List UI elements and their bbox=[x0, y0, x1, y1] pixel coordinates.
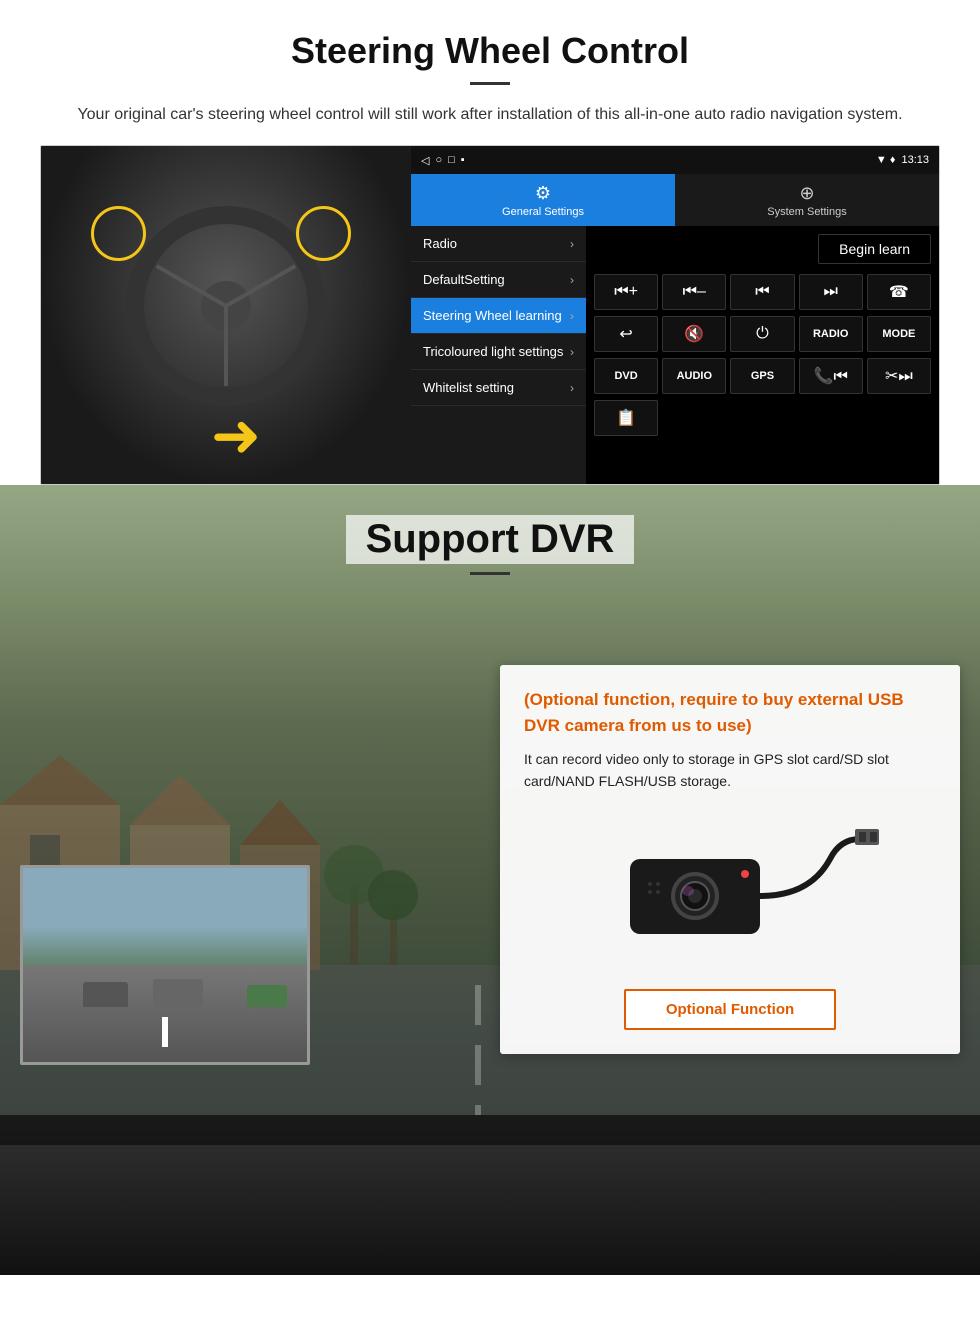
ctrl-call-prev[interactable]: 📞⏮ bbox=[799, 358, 863, 394]
android-menu: Radio › DefaultSetting › Steering Wheel … bbox=[411, 226, 586, 484]
menu-item-tricoloured[interactable]: Tricoloured light settings › bbox=[411, 334, 586, 370]
dvr-title-area: Support DVR bbox=[0, 485, 980, 590]
dvr-card-title: (Optional function, require to buy exter… bbox=[524, 687, 936, 738]
menu-item-radio[interactable]: Radio › bbox=[411, 226, 586, 262]
ctrl-call[interactable]: ☎ bbox=[867, 274, 931, 310]
menu-item-defaultsetting[interactable]: DefaultSetting › bbox=[411, 262, 586, 298]
ctrl-vol-down[interactable]: ⏮– bbox=[662, 274, 726, 310]
android-body: Radio › DefaultSetting › Steering Wheel … bbox=[411, 226, 939, 484]
tab-general-label: General Settings bbox=[502, 206, 584, 218]
chevron-icon: › bbox=[570, 273, 574, 287]
dvr-title: Support DVR bbox=[346, 515, 635, 564]
android-panel: ◁○□▪ ▼ ♦ 13:13 ⚙ General Settings ⊕ Syst… bbox=[411, 146, 939, 484]
steering-title: Steering Wheel Control bbox=[40, 30, 940, 72]
control-grid-row2: ↩ 🔇 ⏻ RADIO MODE bbox=[594, 316, 931, 352]
yellow-arrow: ➜ bbox=[211, 406, 261, 466]
ctrl-vol-up[interactable]: ⏮+ bbox=[594, 274, 658, 310]
chevron-icon: › bbox=[570, 237, 574, 251]
ctrl-audio[interactable]: AUDIO bbox=[662, 358, 726, 394]
steering-section: Steering Wheel Control Your original car… bbox=[0, 0, 980, 485]
ctrl-power[interactable]: ⏻ bbox=[730, 316, 794, 352]
ctrl-mode[interactable]: MODE bbox=[867, 316, 931, 352]
system-icon: ⊕ bbox=[799, 183, 814, 204]
steering-description: Your original car's steering wheel contr… bbox=[60, 103, 920, 127]
chevron-icon: › bbox=[570, 309, 574, 323]
optional-function-button[interactable]: Optional Function bbox=[624, 989, 836, 1030]
chevron-icon: › bbox=[570, 381, 574, 395]
ctrl-dvd[interactable]: DVD bbox=[594, 358, 658, 394]
tab-general-settings[interactable]: ⚙ General Settings bbox=[411, 174, 675, 226]
title-divider bbox=[470, 82, 510, 85]
menu-item-steering[interactable]: Steering Wheel learning › bbox=[411, 298, 586, 334]
control-grid-row3: DVD AUDIO GPS 📞⏮ ✂⏭ bbox=[594, 358, 931, 394]
ctrl-hang[interactable]: ↩ bbox=[594, 316, 658, 352]
ctrl-mute[interactable]: 🔇 bbox=[662, 316, 726, 352]
dvr-info-card: (Optional function, require to buy exter… bbox=[500, 665, 960, 1054]
ctrl-radio[interactable]: RADIO bbox=[799, 316, 863, 352]
circle-left bbox=[91, 206, 146, 261]
menu-item-whitelist[interactable]: Whitelist setting › bbox=[411, 370, 586, 406]
dvr-section: Support DVR (Optional function, require … bbox=[0, 485, 980, 1275]
begin-learn-row: Begin learn bbox=[594, 234, 931, 264]
dvr-title-divider bbox=[470, 572, 510, 575]
dvr-card-description: It can record video only to storage in G… bbox=[524, 748, 936, 793]
tab-system-label: System Settings bbox=[767, 206, 846, 218]
ctrl-gps[interactable]: GPS bbox=[730, 358, 794, 394]
android-ui-panel: ➜ ◁○□▪ ▼ ♦ 13:13 ⚙ General Settings ⊕ Sy… bbox=[40, 145, 940, 485]
android-tabs: ⚙ General Settings ⊕ System Settings bbox=[411, 174, 939, 226]
status-time: 13:13 bbox=[901, 154, 929, 166]
dvr-thumbnail bbox=[20, 865, 310, 1065]
dashboard-strip bbox=[0, 1115, 980, 1275]
ctrl-cut-next[interactable]: ✂⏭ bbox=[867, 358, 931, 394]
tab-system-settings[interactable]: ⊕ System Settings bbox=[675, 174, 939, 226]
control-grid-row1: ⏮+ ⏮– ⏮ ⏭ ☎ bbox=[594, 274, 931, 310]
ctrl-capture[interactable]: 📋 bbox=[594, 400, 658, 436]
ctrl-prev[interactable]: ⏮ bbox=[730, 274, 794, 310]
gear-icon: ⚙ bbox=[535, 183, 551, 204]
dvr-camera-image bbox=[524, 809, 936, 969]
android-statusbar: ◁○□▪ ▼ ♦ 13:13 bbox=[411, 146, 939, 174]
control-grid-row4: 📋 bbox=[594, 400, 931, 436]
steering-photo: ➜ bbox=[41, 146, 411, 485]
begin-learn-button[interactable]: Begin learn bbox=[818, 234, 931, 264]
chevron-icon: › bbox=[570, 345, 574, 359]
ctrl-next[interactable]: ⏭ bbox=[799, 274, 863, 310]
optional-button-wrap: Optional Function bbox=[524, 989, 936, 1030]
android-content: Begin learn ⏮+ ⏮– ⏮ ⏭ ☎ ↩ 🔇 ⏻ bbox=[586, 226, 939, 484]
circle-right bbox=[296, 206, 351, 261]
